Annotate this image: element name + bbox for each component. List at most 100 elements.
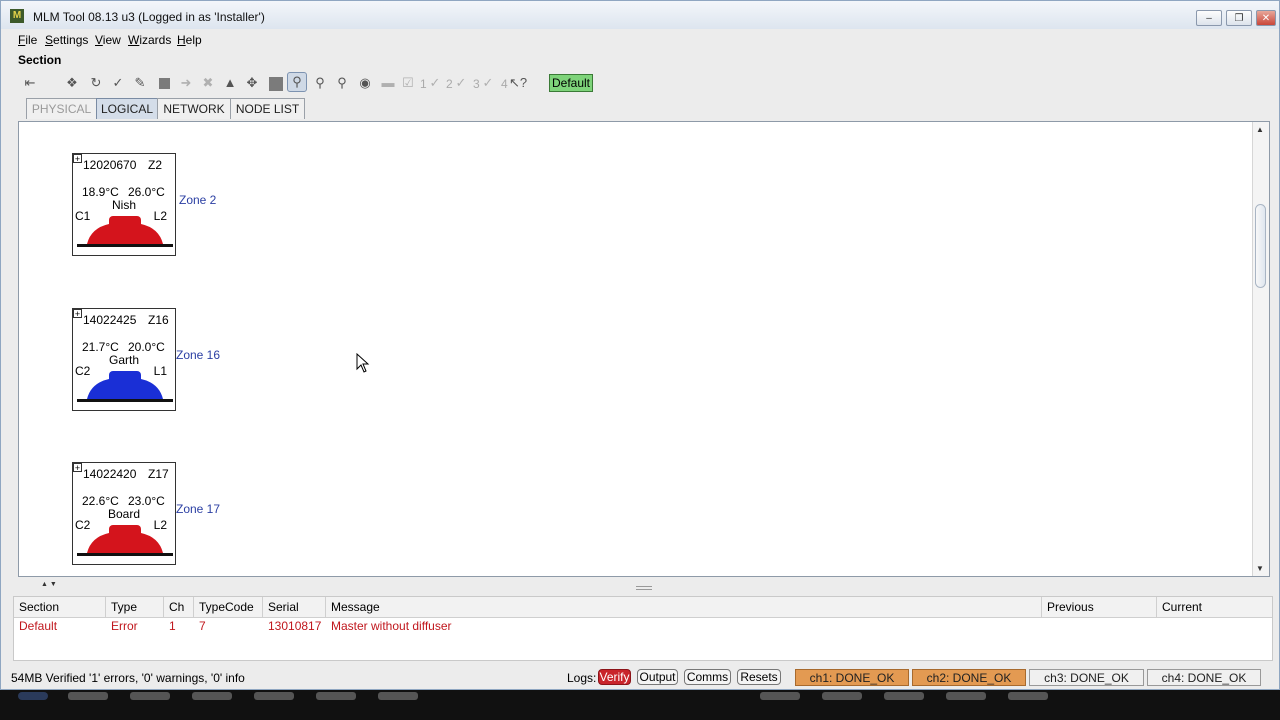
panel-splitter[interactable]: ▲ ▼ bbox=[1, 578, 1279, 593]
app-window: M MLM Tool 08.13 u3 (Logged in as 'Insta… bbox=[0, 0, 1280, 690]
taskbar-app-icon[interactable] bbox=[68, 692, 108, 700]
zone-label[interactable]: Zone 16 bbox=[176, 348, 220, 362]
section-label: Section bbox=[18, 53, 62, 67]
taskbar-app-icon[interactable] bbox=[192, 692, 232, 700]
tab-network[interactable]: NETWORK bbox=[157, 98, 231, 119]
verify-log-button[interactable]: Verify bbox=[598, 669, 631, 685]
taskbar-app-icon[interactable] bbox=[316, 692, 356, 700]
taskbar-app-icon[interactable] bbox=[1008, 692, 1048, 700]
expand-icon[interactable]: ❖ bbox=[63, 74, 81, 92]
expand-icon[interactable]: + bbox=[73, 154, 82, 164]
node-serial: 14022420 bbox=[83, 467, 137, 481]
checkbox-icon[interactable]: ☑ bbox=[399, 74, 417, 92]
upload-icon[interactable]: ▲ bbox=[221, 74, 239, 92]
channel-4-status: ch4: DONE_OK bbox=[1147, 669, 1261, 686]
node-card[interactable]: + 14022425 Z16 21.7°C 20.0°C Garth C2 L1 bbox=[72, 308, 176, 411]
cross-icon[interactable]: ✖ bbox=[199, 74, 217, 92]
node-card[interactable]: + 14022420 Z17 22.6°C 23.0°C Board C2 L2 bbox=[72, 462, 176, 565]
menu-file[interactable]: File bbox=[18, 33, 37, 47]
zone-label[interactable]: Zone 17 bbox=[176, 502, 220, 516]
start-icon[interactable] bbox=[18, 692, 48, 700]
status-text: 54MB Verified '1' errors, '0' warnings, … bbox=[11, 671, 245, 685]
back-icon[interactable]: ⇤ bbox=[21, 74, 39, 92]
title-bar[interactable]: M MLM Tool 08.13 u3 (Logged in as 'Insta… bbox=[1, 1, 1279, 29]
collapse-arrows-icon[interactable]: ▲ ▼ bbox=[41, 581, 57, 588]
binoculars-icon[interactable]: ◉ bbox=[356, 74, 374, 92]
refresh-icon[interactable]: ↻ bbox=[87, 74, 105, 92]
os-taskbar bbox=[0, 690, 1280, 720]
checkbox-2-icon[interactable]: ✓ bbox=[452, 74, 470, 92]
col-serial[interactable]: Serial bbox=[263, 597, 326, 617]
col-message[interactable]: Message bbox=[326, 597, 1042, 617]
stop-icon[interactable] bbox=[155, 74, 173, 92]
channel-3-status: ch3: DONE_OK bbox=[1029, 669, 1144, 686]
status-bar: 54MB Verified '1' errors, '0' warnings, … bbox=[1, 667, 1279, 689]
taskbar-app-icon[interactable] bbox=[378, 692, 418, 700]
tab-logical[interactable]: LOGICAL bbox=[96, 98, 158, 119]
node-temp-actual: 21.7°C bbox=[82, 340, 119, 354]
taskbar-app-icon[interactable] bbox=[946, 692, 986, 700]
node-temp-setpoint: 23.0°C bbox=[128, 494, 165, 508]
taskbar-app-icon[interactable] bbox=[884, 692, 924, 700]
col-section[interactable]: Section bbox=[14, 597, 106, 617]
minus-icon[interactable]: ▬ bbox=[379, 74, 397, 92]
scroll-thumb[interactable] bbox=[1255, 204, 1266, 288]
expand-icon[interactable]: + bbox=[73, 309, 82, 319]
diffuser-icon bbox=[77, 371, 173, 402]
node-card[interactable]: + 12020670 Z2 18.9°C 26.0°C Nish C1 L2 bbox=[72, 153, 176, 256]
cell-message: Master without diffuser bbox=[331, 619, 452, 633]
checkbox-3-icon[interactable]: ✓ bbox=[479, 74, 497, 92]
block-icon[interactable] bbox=[267, 74, 285, 92]
menu-wizards[interactable]: Wizards bbox=[128, 33, 171, 47]
help-cursor-icon[interactable]: ↖? bbox=[509, 74, 527, 92]
zoom-fit-icon[interactable]: ⚲ bbox=[287, 72, 307, 92]
checkbox-1-icon[interactable]: ✓ bbox=[426, 74, 444, 92]
tab-node-list[interactable]: NODE LIST bbox=[230, 98, 305, 119]
menu-view[interactable]: View bbox=[95, 33, 121, 47]
zoom-in-icon[interactable]: ⚲ bbox=[311, 74, 329, 92]
move-icon[interactable]: ✥ bbox=[243, 74, 261, 92]
taskbar-app-icon[interactable] bbox=[822, 692, 862, 700]
default-section-button[interactable]: Default bbox=[549, 74, 593, 92]
minimize-button[interactable]: – bbox=[1196, 10, 1222, 26]
logical-canvas[interactable]: + 12020670 Z2 18.9°C 26.0°C Nish C1 L2 Z… bbox=[18, 121, 1270, 577]
col-type[interactable]: Type bbox=[106, 597, 164, 617]
restore-button[interactable]: ❐ bbox=[1226, 10, 1252, 26]
toolbar: ⇤ ❖ ↻ ✓ ✎ ➜ ✖ ▲ ✥ ⚲ ⚲ ⚲ ◉ ▬ ☑ 1 ✓ 2 ✓ 3 … bbox=[15, 69, 1273, 97]
check-icon[interactable]: ✓ bbox=[109, 74, 127, 92]
vertical-scrollbar[interactable]: ▲ ▼ bbox=[1252, 122, 1269, 576]
zoom-out-icon[interactable]: ⚲ bbox=[333, 74, 351, 92]
diffuser-icon bbox=[77, 216, 173, 247]
col-current[interactable]: Current bbox=[1157, 597, 1272, 617]
taskbar-app-icon[interactable] bbox=[254, 692, 294, 700]
zone-label[interactable]: Zone 2 bbox=[179, 193, 216, 207]
menu-help[interactable]: Help bbox=[177, 33, 202, 47]
resets-log-button[interactable]: Resets bbox=[737, 669, 781, 685]
forward-icon[interactable]: ➜ bbox=[177, 74, 195, 92]
messages-table: Section Type Ch TypeCode Serial Message … bbox=[13, 596, 1273, 661]
output-log-button[interactable]: Output bbox=[637, 669, 678, 685]
cell-section: Default bbox=[19, 619, 58, 633]
cell-ch: 1 bbox=[169, 619, 176, 633]
splitter-grip[interactable] bbox=[636, 586, 652, 590]
scroll-down-icon[interactable]: ▼ bbox=[1256, 564, 1264, 573]
node-temp-setpoint: 20.0°C bbox=[128, 340, 165, 354]
taskbar-app-icon[interactable] bbox=[130, 692, 170, 700]
scroll-up-icon[interactable]: ▲ bbox=[1256, 125, 1264, 134]
menu-settings[interactable]: Settings bbox=[45, 33, 88, 47]
window-title: MLM Tool 08.13 u3 (Logged in as 'Install… bbox=[33, 10, 265, 24]
taskbar-app-icon[interactable] bbox=[760, 692, 800, 700]
node-temp-actual: 22.6°C bbox=[82, 494, 119, 508]
close-button[interactable]: ✕ bbox=[1256, 10, 1276, 26]
col-typecode[interactable]: TypeCode bbox=[194, 597, 263, 617]
node-serial: 12020670 bbox=[83, 158, 137, 172]
col-previous[interactable]: Previous bbox=[1042, 597, 1157, 617]
expand-icon[interactable]: + bbox=[73, 463, 82, 473]
node-temp-setpoint: 26.0°C bbox=[128, 185, 165, 199]
comms-log-button[interactable]: Comms bbox=[684, 669, 731, 685]
app-icon: M bbox=[10, 9, 24, 23]
edit-icon[interactable]: ✎ bbox=[131, 74, 149, 92]
diffuser-icon bbox=[77, 525, 173, 556]
col-ch[interactable]: Ch bbox=[164, 597, 194, 617]
tab-physical[interactable]: PHYSICAL bbox=[26, 98, 97, 119]
